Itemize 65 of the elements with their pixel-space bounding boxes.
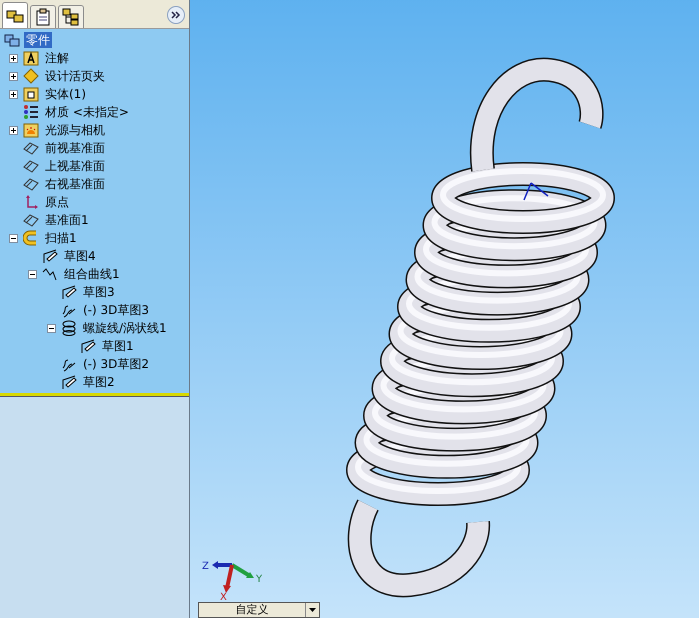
parts-icon <box>6 8 24 24</box>
sketch-icon <box>42 248 58 264</box>
sketch-icon <box>61 374 77 390</box>
tree-item[interactable]: 前视基准面 <box>43 140 107 156</box>
dropdown-value: 自定义 <box>234 603 270 617</box>
cube-folder-icon <box>23 86 39 102</box>
plane-icon <box>23 158 39 174</box>
plane-icon <box>23 176 39 192</box>
tree-item[interactable]: 注解 <box>43 50 71 66</box>
axis-label: X <box>220 592 227 600</box>
plus-icon <box>10 90 17 98</box>
caret-icon <box>309 608 316 612</box>
panel-tab[interactable] <box>2 2 28 28</box>
helix-icon <box>61 320 77 336</box>
tree-item[interactable]: 螺旋线/涡状线1 <box>81 320 169 336</box>
chevrons-right-icon <box>171 11 181 19</box>
tree-item[interactable]: 设计活页夹 <box>43 68 107 84</box>
tree-item[interactable]: 草图2 <box>81 374 117 390</box>
hierarchy-icon <box>62 8 80 26</box>
tree-item[interactable]: (-) 3D草图3 <box>81 302 152 318</box>
plane-icon <box>23 212 39 228</box>
axis-triad-drawing <box>212 561 254 593</box>
tree-item[interactable]: 基准面1 <box>43 212 91 228</box>
tree-item[interactable]: 实体(1) <box>43 86 88 102</box>
diamond-icon <box>23 68 39 84</box>
collapse-toggle[interactable] <box>28 270 37 278</box>
plane-icon <box>23 140 39 156</box>
clipboard-icon <box>35 8 51 26</box>
collapse-toggle[interactable] <box>9 234 18 242</box>
part-icon <box>4 32 20 48</box>
origin-icon <box>23 194 39 210</box>
tree-item[interactable]: (-) 3D草图2 <box>81 356 152 372</box>
plus-icon <box>10 126 17 134</box>
sketch-icon <box>61 284 77 300</box>
plus-icon <box>10 54 17 62</box>
tree-item[interactable]: 草图1 <box>100 338 136 354</box>
expand-toggle[interactable] <box>9 54 18 62</box>
tree-item[interactable]: 光源与相机 <box>43 122 107 138</box>
tree-item[interactable]: 原点 <box>43 194 71 210</box>
tree-item[interactable]: 上视基准面 <box>43 158 107 174</box>
curve-icon <box>42 266 58 282</box>
sweep-icon <box>23 230 39 246</box>
axis-label: Y <box>256 574 262 585</box>
material-list-icon <box>23 104 39 120</box>
plus-icon <box>10 72 17 80</box>
tree-item[interactable]: 扫描1 <box>43 230 79 246</box>
view-orientation-dropdown[interactable]: 自定义 <box>198 602 320 618</box>
letter-a-folder-icon <box>23 50 39 66</box>
tree-item[interactable]: 组合曲线1 <box>62 266 122 282</box>
tree-item[interactable]: 零件 <box>24 32 52 48</box>
tree-item[interactable]: 草图4 <box>62 248 98 264</box>
expand-toggle[interactable] <box>9 72 18 80</box>
expand-toggle[interactable] <box>9 90 18 98</box>
tree-item[interactable]: 材质 <未指定> <box>43 104 131 120</box>
sketch-icon <box>80 338 96 354</box>
expand-panel-button[interactable] <box>167 6 185 24</box>
tree-item[interactable]: 草图3 <box>81 284 117 300</box>
dropdown-caret-button[interactable] <box>305 603 319 617</box>
panel-tab[interactable] <box>58 5 84 28</box>
tree-item[interactable]: 右视基准面 <box>43 176 107 192</box>
axis-label: Z <box>202 561 209 572</box>
lamp-folder-icon <box>23 122 39 138</box>
collapse-toggle[interactable] <box>47 324 56 332</box>
panel-tab[interactable] <box>30 5 56 28</box>
expand-toggle[interactable] <box>9 126 18 134</box>
